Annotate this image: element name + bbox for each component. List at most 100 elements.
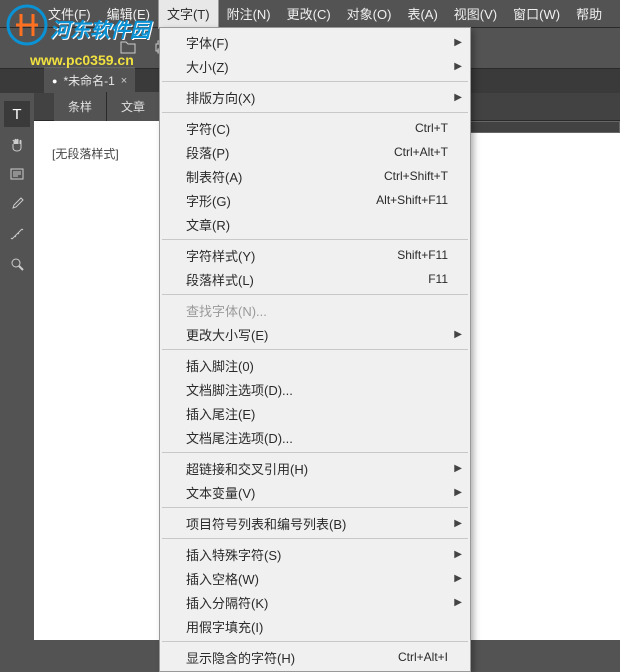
menu-separator [162,538,468,539]
menu-item-6-0[interactable]: 超链接和交叉引用(H) ▶ [160,456,470,480]
menu-item-2-4[interactable]: 文章(R) [160,212,470,236]
menu-separator [162,507,468,508]
menu-item-label: 项目符号列表和编号列表(B) [186,514,448,533]
hand-tool-icon[interactable] [4,131,30,157]
menu-item-label: 插入尾注(E) [186,404,448,423]
menu-separator [162,641,468,642]
menu-item-label: 段落(P) [186,143,394,162]
menu-item-4-0: 查找字体(N)... [160,298,470,322]
sub-tab-1[interactable]: 文章 [107,92,160,121]
chevron-right-icon: ▶ [454,37,462,48]
menu-separator [162,81,468,82]
menubar-item-2[interactable]: 文字(T) [158,0,219,29]
text-menu-dropdown: 字体(F)▶大小(Z)▶排版方向(X)▶字符(C)Ctrl+T段落(P)Ctrl… [159,27,471,672]
sub-tab-0[interactable]: 条样 [54,92,107,121]
chevron-right-icon: ▶ [454,597,462,608]
menubar-item-3[interactable]: 附注(N) [219,0,279,28]
chevron-right-icon: ▶ [454,549,462,560]
menu-item-label: 制表符(A) [186,167,384,186]
chevron-right-icon: ▶ [454,487,462,498]
menu-item-label: 大小(Z) [186,57,448,76]
menu-separator [162,349,468,350]
menu-item-8-1[interactable]: 插入空格(W) ▶ [160,566,470,590]
menu-item-label: 排版方向(X) [186,88,448,107]
zoom-tool-icon[interactable] [4,251,30,277]
menubar-item-9[interactable]: 帮助 [568,0,610,28]
svg-text:T: T [12,106,21,122]
menu-item-5-2[interactable]: 插入尾注(E) [160,401,470,425]
chevron-right-icon: ▶ [454,329,462,340]
left-toolbar: T [0,93,34,640]
menu-item-8-3[interactable]: 用假字填充(I) [160,614,470,638]
menu-item-shortcut: Ctrl+Shift+T [384,169,448,183]
menu-item-9-0[interactable]: 显示隐含的字符(H)Ctrl+Alt+I [160,645,470,669]
menu-item-8-0[interactable]: 插入特殊字符(S) ▶ [160,542,470,566]
chevron-right-icon: ▶ [454,518,462,529]
menu-item-shortcut: Ctrl+Alt+T [394,145,448,159]
menu-item-label: 文档尾注选项(D)... [186,428,448,447]
menu-item-label: 文档脚注选项(D)... [186,380,448,399]
menu-item-5-0[interactable]: 插入脚注(0) [160,353,470,377]
menu-item-shortcut: Alt+Shift+F11 [376,193,448,207]
menu-item-0-1[interactable]: 大小(Z) ▶ [160,54,470,78]
menu-item-2-1[interactable]: 段落(P)Ctrl+Alt+T [160,140,470,164]
chevron-right-icon: ▶ [454,92,462,103]
menu-item-1-0[interactable]: 排版方向(X) ▶ [160,85,470,109]
right-panel-edge [470,121,620,133]
menu-separator [162,452,468,453]
measure-tool-icon[interactable] [4,221,30,247]
menu-item-shortcut: Shift+F11 [397,248,448,262]
note-tool-icon[interactable] [4,161,30,187]
chevron-right-icon: ▶ [454,463,462,474]
chevron-right-icon: ▶ [454,61,462,72]
menu-item-3-0[interactable]: 字符样式(Y)Shift+F11 [160,243,470,267]
menu-item-label: 用假字填充(I) [186,617,448,636]
document-tab-label: *未命名-1 [63,72,114,89]
watermark-logo [6,4,48,46]
menu-item-shortcut: Ctrl+Alt+I [398,650,448,664]
menu-separator [162,239,468,240]
menu-item-label: 显示隐含的字符(H) [186,648,398,667]
menu-item-2-3[interactable]: 字形(G)Alt+Shift+F11 [160,188,470,212]
menu-item-label: 插入分隔符(K) [186,593,448,612]
menu-separator [162,294,468,295]
menu-item-5-3[interactable]: 文档尾注选项(D)... [160,425,470,449]
menu-item-shortcut: F11 [428,272,448,286]
menu-item-label: 字形(G) [186,191,376,210]
menubar-item-4[interactable]: 更改(C) [279,0,339,28]
menu-item-label: 插入特殊字符(S) [186,545,448,564]
menu-item-label: 查找字体(N)... [186,301,448,320]
menu-item-label: 插入空格(W) [186,569,448,588]
menubar-item-5[interactable]: 对象(O) [339,0,400,28]
menu-item-shortcut: Ctrl+T [415,121,448,135]
menu-item-label: 字符样式(Y) [186,246,397,265]
menu-item-label: 插入脚注(0) [186,356,448,375]
menu-item-label: 文章(R) [186,215,448,234]
menu-item-label: 字符(C) [186,119,415,138]
close-tab-icon[interactable]: × [121,75,127,87]
menu-item-label: 段落样式(L) [186,270,428,289]
menu-item-label: 超链接和交叉引用(H) [186,459,448,478]
document-tab[interactable]: *未命名-1 × [44,67,135,93]
menu-item-8-2[interactable]: 插入分隔符(K) ▶ [160,590,470,614]
watermark-url: www.pc0359.cn [30,52,134,68]
menu-item-2-2[interactable]: 制表符(A)Ctrl+Shift+T [160,164,470,188]
menu-item-4-1[interactable]: 更改大小写(E) ▶ [160,322,470,346]
eyedropper-tool-icon[interactable] [4,191,30,217]
menu-item-label: 更改大小写(E) [186,325,448,344]
menu-item-3-1[interactable]: 段落样式(L)F11 [160,267,470,291]
menu-item-label: 字体(F) [186,33,448,52]
menu-item-2-0[interactable]: 字符(C)Ctrl+T [160,116,470,140]
chevron-right-icon: ▶ [454,573,462,584]
menu-item-label: 文本变量(V) [186,483,448,502]
menubar-item-8[interactable]: 窗口(W) [505,0,568,28]
menubar-item-6[interactable]: 表(A) [399,0,445,28]
text-tool-icon[interactable]: T [4,101,30,127]
menu-item-7-0[interactable]: 项目符号列表和编号列表(B) ▶ [160,511,470,535]
menu-separator [162,112,468,113]
menubar-item-7[interactable]: 视图(V) [446,0,505,28]
menu-item-6-1[interactable]: 文本变量(V) ▶ [160,480,470,504]
menu-item-0-0[interactable]: 字体(F) ▶ [160,30,470,54]
menu-item-5-1[interactable]: 文档脚注选项(D)... [160,377,470,401]
watermark-text: 河东软件园 [50,14,150,43]
